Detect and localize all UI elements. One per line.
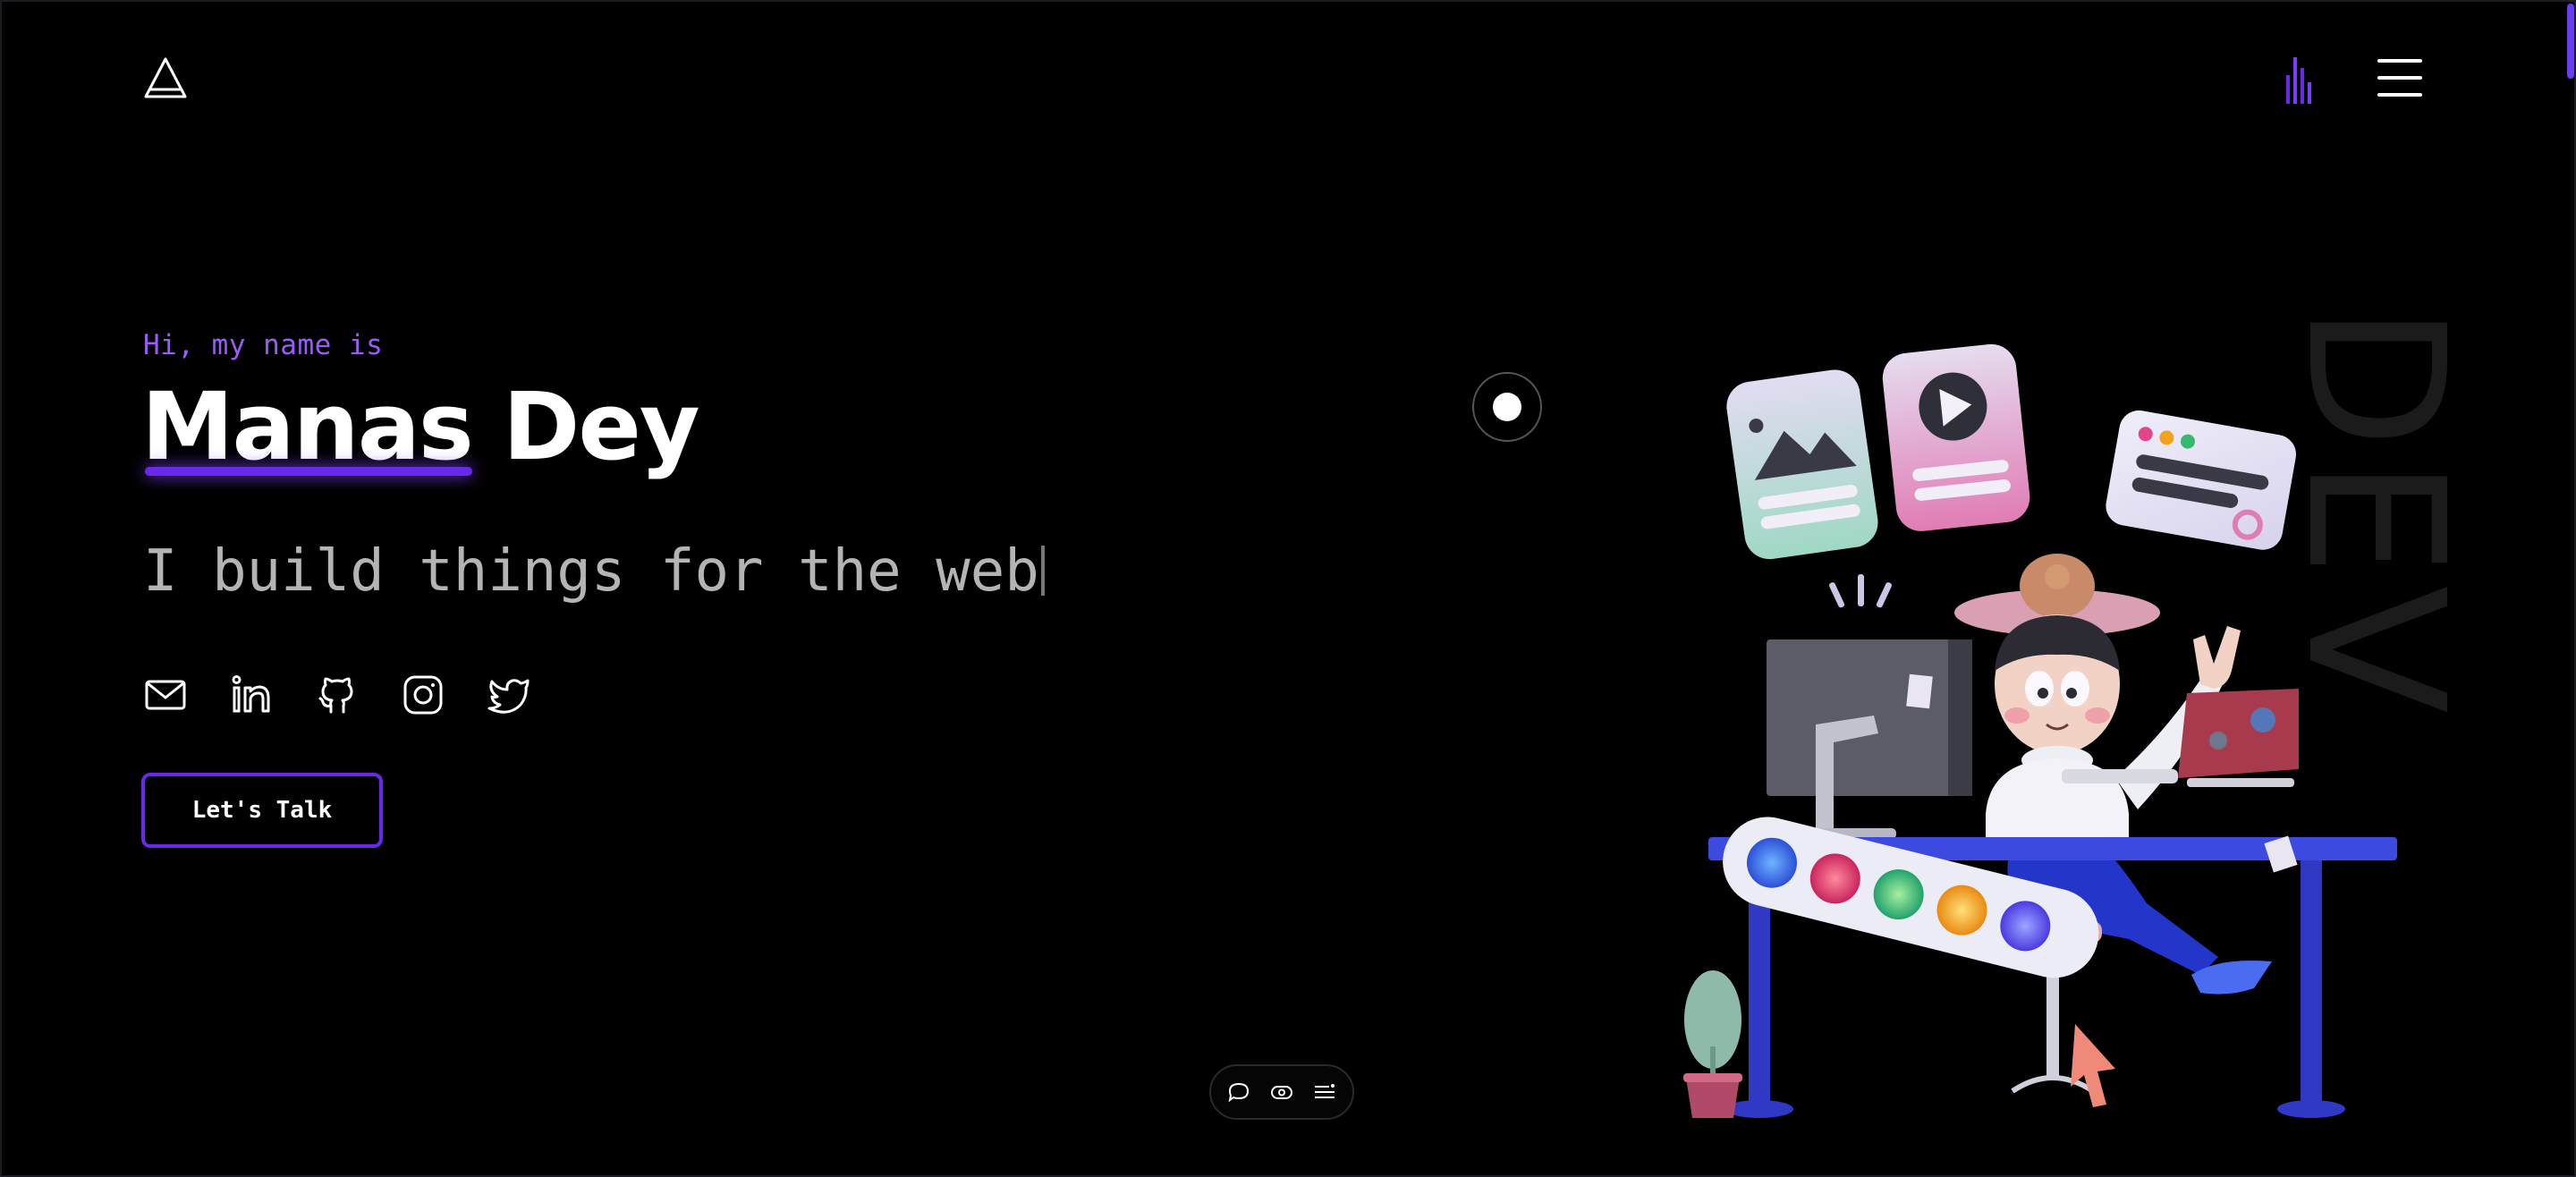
tagline-typewriter: I build things for the web: [143, 538, 1045, 605]
tagline-text: I build things for the web: [143, 538, 1039, 605]
instagram-icon[interactable]: [401, 673, 445, 717]
list-menu-icon[interactable]: [1311, 1079, 1338, 1105]
chat-bubble-icon[interactable]: [1225, 1079, 1252, 1105]
hamburger-menu-icon[interactable]: [2377, 59, 2424, 97]
developer-illustration: [1683, 343, 2397, 1118]
github-icon[interactable]: [315, 673, 360, 717]
twitter-icon[interactable]: [487, 673, 531, 717]
audio-bars-icon[interactable]: [2283, 52, 2317, 106]
linkedin-icon[interactable]: [229, 673, 274, 717]
scrollbar-thumb[interactable]: [2567, 4, 2574, 79]
eye-icon[interactable]: [1268, 1079, 1295, 1105]
greeting-text: Hi, my name is: [143, 329, 384, 361]
name-first: Manas: [141, 372, 474, 481]
name-last: Dey: [503, 372, 700, 481]
floating-dock: [1209, 1064, 1354, 1120]
custom-cursor: [1472, 372, 1542, 442]
hero-name: Manas Dey: [141, 376, 700, 478]
social-links: [143, 673, 531, 717]
lets-talk-button[interactable]: Let's Talk: [141, 773, 383, 848]
triangle-logo-icon[interactable]: [143, 55, 188, 100]
mail-icon[interactable]: [143, 673, 188, 717]
text-caret: [1040, 546, 1045, 596]
